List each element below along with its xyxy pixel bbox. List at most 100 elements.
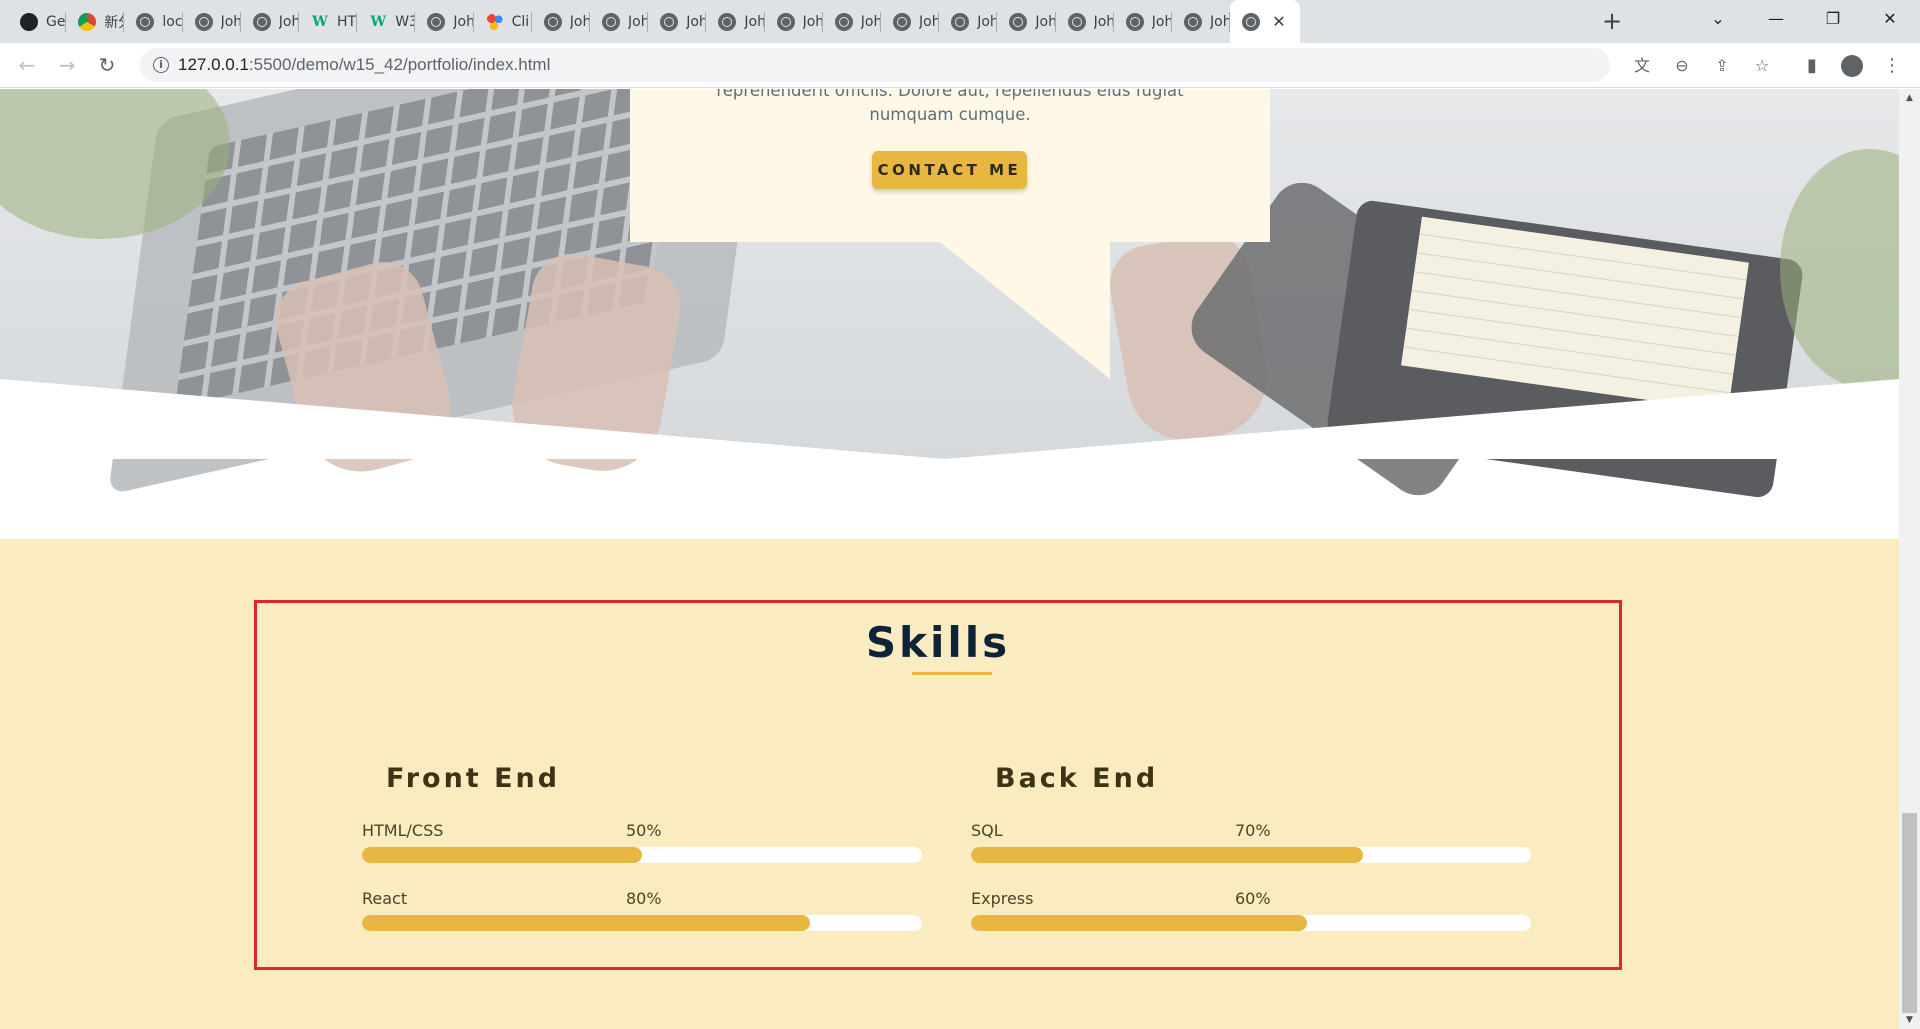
column-title: Front End [386, 763, 561, 794]
close-tab-icon[interactable]: ✕ [1272, 12, 1285, 31]
back-button[interactable]: ← [12, 50, 42, 80]
skill-row: Express 60% [971, 889, 1531, 939]
globe-icon [660, 12, 679, 31]
browser-tab[interactable]: Joh [648, 0, 707, 43]
skill-percent: 70% [1235, 821, 1271, 840]
browser-tab[interactable]: Cli [474, 0, 532, 43]
callout-line: numquam cumque. [869, 105, 1031, 124]
zoom-icon[interactable]: ⊖ [1672, 56, 1692, 76]
skill-name: SQL [971, 821, 1003, 840]
scrollbar-thumb[interactable] [1902, 813, 1917, 1013]
skill-progress-fill [362, 847, 642, 863]
translate-icon[interactable]: 文 [1632, 56, 1652, 76]
browser-tab[interactable]: Joh [1114, 0, 1172, 43]
browser-tab[interactable]: Joh [1056, 0, 1114, 43]
globe-icon [834, 12, 853, 31]
globe-icon [1125, 12, 1144, 31]
browser-tab[interactable]: Joh [1172, 0, 1231, 43]
address-bar[interactable]: i 127.0.0.1:5500/demo/w15_42/portfolio/i… [140, 48, 1769, 82]
scroll-up-arrow-icon[interactable]: ▲ [1899, 89, 1920, 107]
tab-title: Get [46, 13, 66, 30]
tab-title: W3 [395, 13, 416, 30]
skill-row: HTML/CSS 50% [362, 821, 922, 871]
browser-tab[interactable]: Joh [241, 0, 299, 43]
scroll-down-arrow-icon[interactable]: ▼ [1899, 1011, 1920, 1029]
forward-button[interactable]: → [52, 50, 82, 80]
tab-title: Joh [569, 13, 590, 30]
side-panel-icon[interactable]: ▮ [1800, 54, 1824, 78]
skill-name: HTML/CSS [362, 821, 444, 840]
page-scrollbar[interactable]: ▲ ▼ [1899, 89, 1920, 1029]
browser-tab[interactable]: W HT [299, 0, 358, 43]
globe-icon [252, 12, 271, 31]
browser-tab-active[interactable]: ✕ [1230, 0, 1301, 43]
browser-tab[interactable]: Joh [881, 0, 940, 43]
tab-title: Joh [1151, 13, 1172, 30]
tab-title: Joh [919, 13, 940, 30]
tab-title: Joh [1210, 13, 1231, 30]
close-window-button[interactable]: ✕ [1862, 0, 1918, 38]
globe-icon [718, 12, 737, 31]
column-title: Back End [995, 763, 1159, 794]
contact-me-button[interactable]: CONTACT ME [872, 151, 1027, 189]
tab-strip: + ⌄ — ❐ ✕ Get 新分 loc Joh Joh W HT W W3 Joh Cli Joh J… [0, 0, 1920, 43]
skill-percent: 50% [626, 821, 662, 840]
tab-title: Joh [220, 13, 241, 30]
site-info-icon[interactable]: i [153, 57, 169, 73]
browser-tab[interactable]: Joh [997, 0, 1056, 43]
browser-tab[interactable]: Joh [415, 0, 474, 43]
tab-title: loc [162, 13, 183, 30]
skill-progress-track [971, 915, 1531, 931]
menu-kebab-icon[interactable]: ⋮ [1880, 54, 1904, 78]
tab-title: Joh [628, 13, 649, 30]
browser-tab[interactable]: Joh [823, 0, 881, 43]
browser-tab[interactable]: W W3 [357, 0, 416, 43]
new-tab-button[interactable]: + [1598, 8, 1626, 36]
chrome-icon [78, 12, 97, 31]
callout-line: reprehenderit officiis. Dolore aut, repe… [716, 89, 1184, 100]
globe-icon [776, 12, 795, 31]
tab-title: Joh [1093, 13, 1114, 30]
profile-avatar-icon[interactable] [1841, 55, 1863, 77]
skill-percent: 80% [626, 889, 662, 908]
contact-callout: reprehenderit officiis. Dolore aut, repe… [630, 89, 1270, 242]
browser-tab[interactable]: Get [8, 0, 67, 43]
browser-tab[interactable]: 新分 [66, 0, 125, 43]
skill-progress-fill [362, 915, 810, 931]
browser-tab[interactable]: Joh [939, 0, 998, 43]
w3schools-icon: W [370, 13, 387, 30]
restore-button[interactable]: ❐ [1805, 0, 1861, 38]
minimize-button[interactable]: — [1748, 0, 1804, 38]
tab-title: Joh [453, 13, 474, 30]
globe-icon [951, 12, 970, 31]
skill-name: React [362, 889, 408, 908]
browser-tab[interactable]: Joh [765, 0, 823, 43]
browser-tab[interactable]: loc [124, 0, 183, 43]
globe-icon [136, 12, 155, 31]
tab-search-icon[interactable]: ⌄ [1690, 0, 1746, 38]
tab-title: Joh [860, 13, 881, 30]
browser-tab[interactable]: Joh [183, 0, 241, 43]
reload-button[interactable]: ↻ [92, 50, 122, 80]
bookmark-star-icon[interactable]: ☆ [1752, 56, 1772, 76]
tab-title: 新分 [104, 14, 124, 31]
globe-icon [602, 12, 620, 31]
browser-tab[interactable]: Joh [532, 0, 590, 43]
share-icon[interactable]: ⇪ [1712, 56, 1732, 76]
globe-icon [427, 12, 446, 31]
browser-tab[interactable]: Joh [590, 0, 649, 43]
url-host: 127.0.0.1 [178, 55, 249, 74]
globe-icon [194, 12, 213, 31]
tab-title: HT [337, 13, 357, 30]
tab-title: Cli [511, 13, 530, 30]
browser-tab[interactable]: Joh [706, 0, 765, 43]
url-text[interactable]: 127.0.0.1:5500/demo/w15_42/portfolio/ind… [178, 55, 550, 75]
skill-percent: 60% [1235, 889, 1271, 908]
skill-name: Express [971, 889, 1034, 908]
globe-icon [1067, 12, 1086, 31]
github-icon [20, 12, 38, 31]
skill-row: SQL 70% [971, 821, 1531, 871]
skill-progress-fill [971, 847, 1363, 863]
url-path: :5500/demo/w15_42/portfolio/index.html [248, 55, 551, 74]
tab-title: Joh [278, 13, 299, 30]
